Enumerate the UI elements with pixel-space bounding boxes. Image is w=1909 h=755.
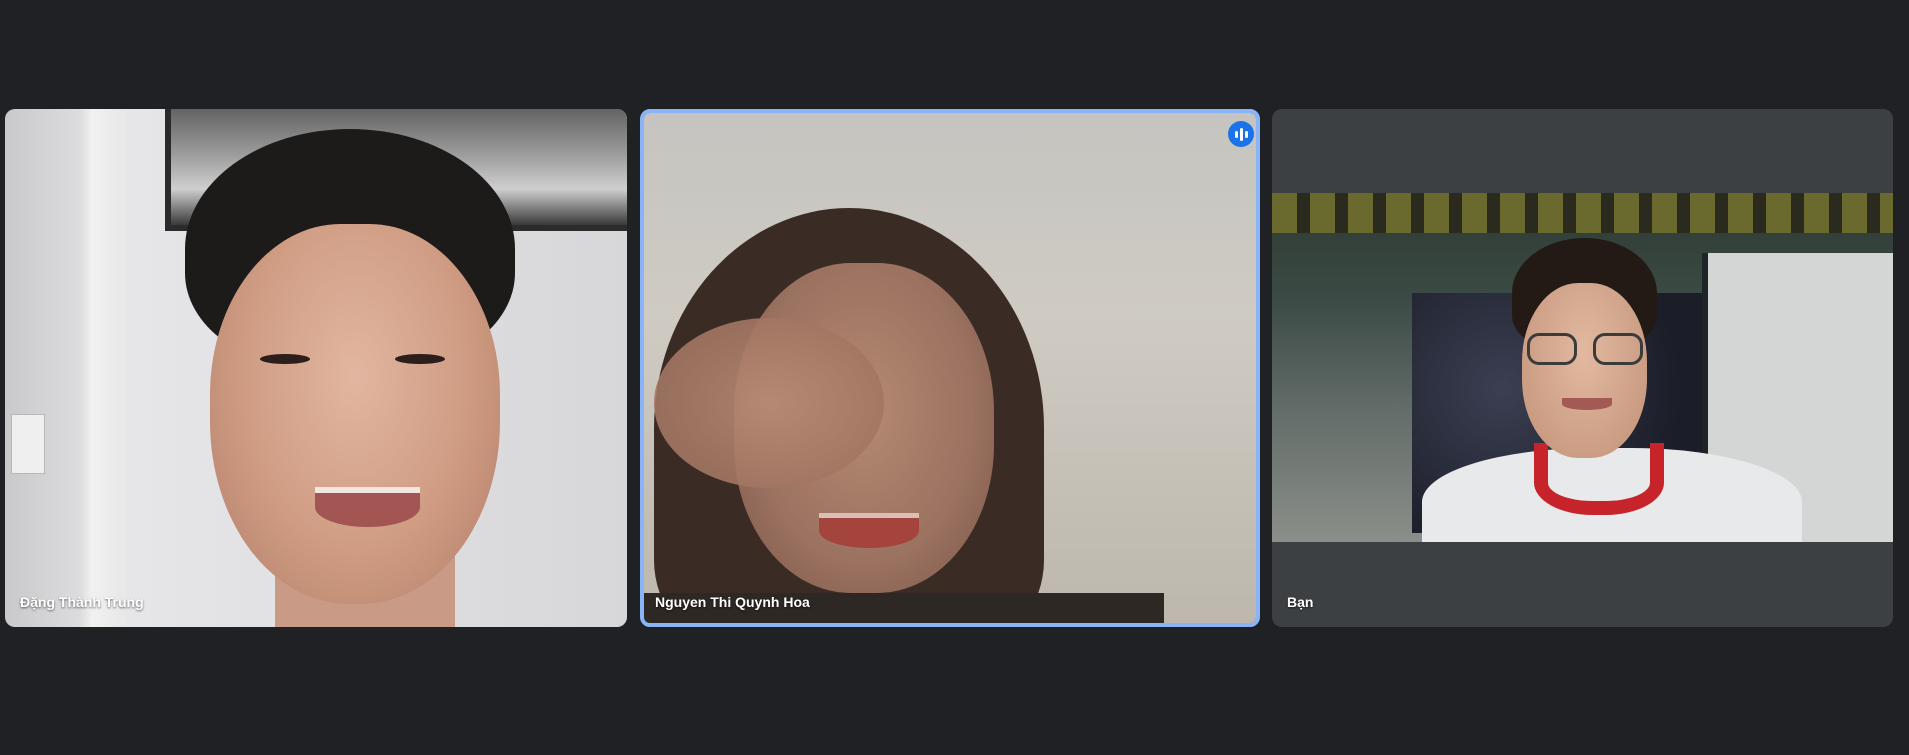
participant-video bbox=[644, 113, 1256, 623]
meeting-stage: Đặng Thành Trung Nguyen Thi Quynh Hoa Bạ… bbox=[0, 0, 1909, 755]
audio-level-icon bbox=[1228, 121, 1254, 147]
participant-tile[interactable]: Đặng Thành Trung bbox=[5, 109, 627, 627]
participant-video bbox=[5, 109, 627, 627]
participant-tile-active-speaker[interactable]: Nguyen Thi Quynh Hoa bbox=[640, 109, 1260, 627]
participant-name: Đặng Thành Trung bbox=[20, 594, 144, 610]
participant-name: Nguyen Thi Quynh Hoa bbox=[655, 594, 810, 610]
self-view-tile[interactable]: Bạn bbox=[1272, 109, 1893, 627]
participant-name: Bạn bbox=[1287, 594, 1314, 610]
self-video bbox=[1272, 193, 1893, 542]
